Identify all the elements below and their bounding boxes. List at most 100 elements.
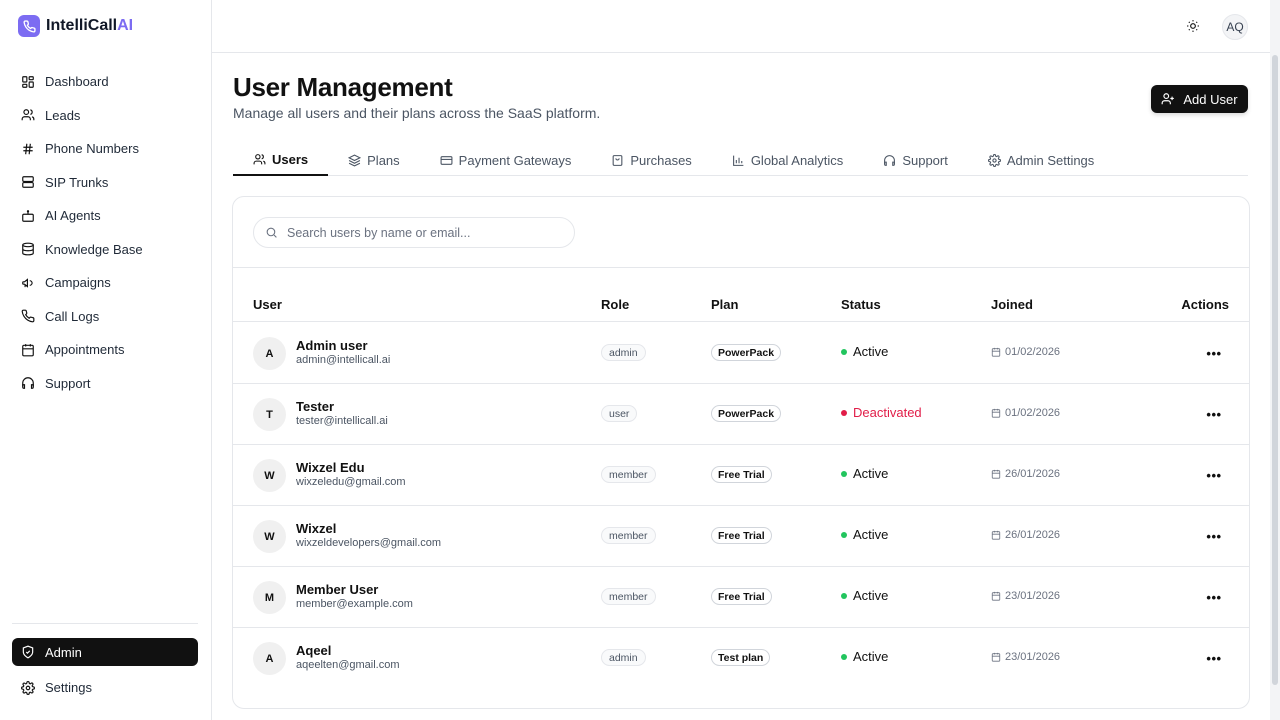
joined-date: 26/01/2026 — [991, 529, 1060, 541]
row-actions-button[interactable]: ••• — [1204, 465, 1224, 485]
joined-date-label: 23/01/2026 — [1005, 590, 1061, 602]
row-actions-button[interactable]: ••• — [1204, 587, 1224, 607]
user-email: admin@intellicall.ai — [296, 354, 391, 366]
credit-card-icon — [440, 155, 453, 165]
sidebar-item-sip-trunks[interactable]: SIP Trunks — [12, 166, 198, 200]
status-label: Active — [853, 527, 889, 542]
row-actions-button[interactable]: ••• — [1204, 404, 1224, 424]
sidebar-item-dashboard[interactable]: Dashboard — [12, 65, 198, 99]
dashboard-icon — [22, 75, 34, 88]
table-row[interactable]: T Tester tester@intellicall.ai user PowerPac… — [233, 384, 1249, 445]
joined-date: 01/02/2026 — [991, 407, 1060, 419]
table-row[interactable]: A Aqeel aqeelten@gmail.com admin Test plan Ac… — [233, 628, 1249, 689]
tab-global-analytics[interactable]: Global Analytics — [712, 144, 864, 176]
more-icon: ••• — [1206, 345, 1222, 361]
user-plus-icon — [1161, 93, 1175, 105]
role-badge: admin — [601, 344, 646, 361]
sidebar-item-support[interactable]: Support — [12, 367, 198, 401]
bar-chart-icon — [732, 155, 744, 166]
more-icon: ••• — [1206, 406, 1222, 422]
tab-plans[interactable]: Plans — [328, 144, 420, 176]
status-dot — [841, 409, 847, 416]
plan-badge: PowerPack — [711, 405, 782, 422]
calendar-icon — [22, 343, 34, 357]
add-user-button[interactable]: Add User — [1151, 85, 1248, 113]
table-row[interactable]: W Wixzel wixzeldevelopers@gmail.com member F… — [233, 506, 1249, 567]
user-email: wixzeledu@gmail.com — [296, 476, 406, 488]
plan-badge: Free Trial — [711, 527, 772, 544]
row-actions-button[interactable]: ••• — [1204, 343, 1224, 363]
headphones-icon — [22, 377, 34, 390]
column-header-plan[interactable]: Plan — [711, 297, 738, 312]
calendar-icon — [991, 530, 1001, 540]
column-header-role[interactable]: Role — [601, 297, 629, 312]
tab-label: Global Analytics — [750, 152, 844, 168]
tab-admin-settings[interactable]: Admin Settings — [968, 144, 1114, 176]
sidebar-item-admin[interactable]: Admin — [12, 638, 198, 666]
headphones-icon — [884, 154, 896, 166]
scrollbar[interactable] — [1270, 0, 1280, 720]
brand[interactable]: IntelliCallAI — [0, 0, 211, 52]
user-email: tester@intellicall.ai — [296, 415, 388, 427]
table-row[interactable]: A Admin user admin@intellicall.ai admin Powe… — [233, 323, 1249, 384]
tab-payment-gateways[interactable]: Payment Gateways — [420, 144, 592, 176]
users-card: User Role Plan Status Joined Actions A Ad… — [232, 196, 1250, 709]
phone-icon — [21, 309, 35, 323]
status-label: Active — [853, 588, 889, 603]
table-row[interactable]: W Wixzel Edu wixzeledu@gmail.com member Free… — [233, 445, 1249, 506]
sidebar-item-phone-numbers[interactable]: Phone Numbers — [12, 132, 198, 166]
search-input[interactable] — [287, 225, 557, 240]
theme-toggle-button[interactable] — [1184, 17, 1202, 35]
calendar-icon — [991, 347, 1001, 357]
tab-support[interactable]: Support — [863, 144, 968, 176]
table-row[interactable]: M Member User member@example.com member Free… — [233, 567, 1249, 628]
calendar-icon — [991, 652, 1001, 662]
joined-date-label: 01/02/2026 — [1005, 346, 1061, 358]
joined-date: 01/02/2026 — [991, 346, 1060, 358]
user-name: Wixzel Edu — [296, 460, 365, 475]
scrollbar-thumb[interactable] — [1272, 55, 1278, 685]
column-header-user[interactable]: User — [253, 297, 282, 312]
status-dot — [841, 348, 847, 355]
user-avatar-button[interactable]: AQ — [1222, 14, 1248, 40]
table-header: User Role Plan Status Joined Actions — [233, 294, 1249, 322]
sidebar-item-campaigns[interactable]: Campaigns — [12, 266, 198, 300]
megaphone-icon — [22, 278, 33, 288]
tab-purchases[interactable]: Purchases — [591, 144, 711, 176]
more-icon: ••• — [1206, 528, 1222, 544]
user-name: Admin user — [296, 338, 368, 353]
topbar: AQ — [212, 0, 1280, 53]
sidebar-item-label: Call Logs — [45, 308, 100, 324]
tab-users[interactable]: Users — [233, 144, 329, 176]
joined-date-label: 23/01/2026 — [1005, 651, 1061, 663]
search-icon — [266, 227, 277, 238]
shopping-bag-icon — [613, 154, 623, 166]
plan-badge: Free Trial — [711, 466, 772, 483]
sidebar-item-label: Leads — [45, 107, 81, 123]
tab-label: Purchases — [630, 152, 692, 168]
row-actions-button[interactable]: ••• — [1204, 648, 1224, 668]
calendar-icon — [991, 591, 1001, 601]
sidebar-item-settings[interactable]: Settings — [12, 671, 198, 705]
column-header-joined[interactable]: Joined — [991, 297, 1033, 312]
sidebar-item-call-logs[interactable]: Call Logs — [12, 300, 198, 334]
user-email: aqeelten@gmail.com — [296, 659, 400, 671]
user-name: Wixzel — [296, 521, 337, 536]
avatar: T — [253, 398, 286, 431]
gear-icon — [987, 153, 1001, 167]
plan-badge: Free Trial — [711, 588, 772, 605]
gear-icon — [21, 680, 35, 695]
row-actions-button[interactable]: ••• — [1204, 526, 1224, 546]
status-indicator: Active — [841, 527, 888, 542]
sidebar-item-appointments[interactable]: Appointments — [12, 333, 198, 367]
column-header-status[interactable]: Status — [841, 297, 881, 312]
sidebar-item-knowledge-base[interactable]: Knowledge Base — [12, 233, 198, 267]
joined-date: 23/01/2026 — [991, 590, 1060, 602]
status-dot — [841, 592, 847, 599]
user-name: Member User — [296, 582, 379, 597]
avatar: A — [253, 642, 286, 675]
divider — [233, 267, 1249, 268]
sidebar-item-leads[interactable]: Leads — [12, 99, 198, 133]
role-badge: admin — [601, 649, 646, 666]
sidebar-item-ai-agents[interactable]: AI Agents — [12, 199, 198, 233]
